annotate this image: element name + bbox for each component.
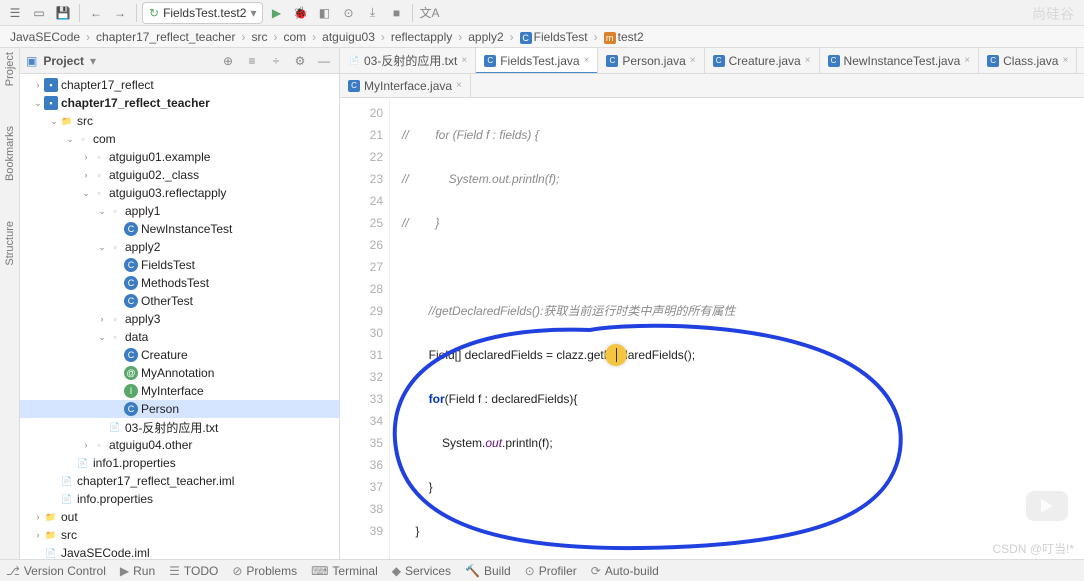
tree-class[interactable]: CFieldsTest (20, 256, 339, 274)
tree-file[interactable]: 📄03-反射的应用.txt (20, 418, 339, 436)
tree-pkg[interactable]: ⌄▫com (20, 130, 339, 148)
project-tree[interactable]: ›▪chapter17_reflect ⌄▪chapter17_reflect_… (20, 74, 339, 559)
tree-pkg[interactable]: ⌄▫apply1 (20, 202, 339, 220)
editor-area: 📄03-反射的应用.txt× CFieldsTest.java× CPerson… (340, 48, 1084, 559)
run-config-label: FieldsTest.test2 (163, 6, 246, 20)
editor-tab[interactable]: CMyInterface.java× (340, 74, 471, 97)
save-icon[interactable]: 💾 (52, 2, 74, 24)
tree-file[interactable]: 📄info.properties (20, 490, 339, 508)
editor-tabs-row2: CMyInterface.java× (340, 74, 1084, 98)
run-icon[interactable]: ▶ (265, 2, 287, 24)
profile-icon[interactable]: ⊙ (337, 2, 359, 24)
tree-class-selected[interactable]: CPerson (20, 400, 339, 418)
chevron-down-icon[interactable]: ▾ (90, 54, 96, 68)
bc-item[interactable]: reflectapply (387, 30, 456, 44)
tree-pkg[interactable]: ›▫atguigu04.other (20, 436, 339, 454)
tree-src[interactable]: ›📁src (20, 526, 339, 544)
autobuild-tab[interactable]: ⟳Auto-build (591, 564, 659, 578)
tree-class[interactable]: CCreature (20, 346, 339, 364)
bc-item[interactable]: JavaSECode (6, 30, 84, 44)
tree-class[interactable]: CMethodsTest (20, 274, 339, 292)
bottom-toolbar: ⎇Version Control ▶Run ☰TODO ⊘Problems ⌨T… (0, 559, 1084, 581)
settings-icon[interactable]: ⚙ (291, 54, 309, 68)
toolwindow-structure[interactable]: Structure (4, 221, 16, 266)
tree-file[interactable]: 📄JavaSECode.iml (20, 544, 339, 559)
todo-tab[interactable]: ☰TODO (169, 564, 218, 578)
close-icon[interactable]: × (456, 80, 462, 91)
close-icon[interactable]: × (690, 55, 696, 66)
attach-icon[interactable]: ⤓ (361, 2, 383, 24)
close-icon[interactable]: × (461, 55, 467, 66)
toolwindow-project[interactable]: Project (4, 52, 16, 86)
bc-item[interactable]: atguigu03 (318, 30, 379, 44)
tree-class[interactable]: CNewInstanceTest (20, 220, 339, 238)
editor-tab[interactable]: CClass.java× (979, 48, 1077, 73)
run-tab[interactable]: ▶Run (120, 564, 155, 578)
editor-tab-active[interactable]: CFieldsTest.java× (476, 48, 598, 73)
debug-icon[interactable]: 🐞 (289, 2, 311, 24)
project-panel-header: ▣ Project ▾ ⊕ ≡ ÷ ⚙ — (20, 48, 339, 74)
editor-tab[interactable]: 📄03-反射的应用.txt× (340, 48, 476, 73)
services-tab[interactable]: ◆Services (392, 564, 451, 578)
bc-item[interactable]: src (247, 30, 271, 44)
translate-icon[interactable]: 文A (418, 2, 440, 24)
tree-file[interactable]: 📄info1.properties (20, 454, 339, 472)
tree-module[interactable]: ⌄▪chapter17_reflect_teacher (20, 94, 339, 112)
tree-interface[interactable]: IMyInterface (20, 382, 339, 400)
tree-class[interactable]: COtherTest (20, 292, 339, 310)
editor-tabs-row1: 📄03-反射的应用.txt× CFieldsTest.java× CPerson… (340, 48, 1084, 74)
select-opened-icon[interactable]: ⊕ (219, 54, 237, 68)
back-icon[interactable]: ← (85, 2, 107, 24)
code-editor[interactable]: 20 21 22 23 24 25 26 27 28 29 30 31 32 3… (340, 98, 1084, 559)
code-content[interactable]: // for (Field f : fields) { // System.ou… (390, 98, 1084, 559)
bc-item[interactable]: CFieldsTest (516, 30, 592, 44)
tree-out[interactable]: ›📁out (20, 508, 339, 526)
editor-tab[interactable]: CNewInstanceTest.java× (820, 48, 980, 73)
tree-pkg[interactable]: ›▫atguigu01.example (20, 148, 339, 166)
tree-module[interactable]: ›▪chapter17_reflect (20, 76, 339, 94)
project-panel: ▣ Project ▾ ⊕ ≡ ÷ ⚙ — ›▪chapter17_reflec… (20, 48, 340, 559)
breadcrumb: JavaSECode› chapter17_reflect_teacher› s… (0, 26, 1084, 48)
editor-tab[interactable]: CCreature.java× (705, 48, 820, 73)
close-icon[interactable]: × (964, 55, 970, 66)
forward-icon[interactable]: → (109, 2, 131, 24)
main-toolbar: ☰ ▭ 💾 ← → ↻ FieldsTest.test2 ▾ ▶ 🐞 ◧ ⊙ ⤓… (0, 0, 1084, 26)
coverage-icon[interactable]: ◧ (313, 2, 335, 24)
expand-icon[interactable]: ≡ (243, 54, 261, 68)
line-gutter[interactable]: 20 21 22 23 24 25 26 27 28 29 30 31 32 3… (340, 98, 390, 559)
left-tool-tabs: Project Bookmarks Structure (0, 48, 20, 559)
run-config-selector[interactable]: ↻ FieldsTest.test2 ▾ (142, 2, 263, 24)
menu-icon[interactable]: ☰ (4, 2, 26, 24)
close-icon[interactable]: × (805, 55, 811, 66)
bc-item[interactable]: chapter17_reflect_teacher (92, 30, 239, 44)
editor-tab[interactable]: CPerson.java× (598, 48, 704, 73)
collapse-icon[interactable]: ÷ (267, 54, 285, 68)
stop-icon[interactable]: ■ (385, 2, 407, 24)
tree-src[interactable]: ⌄📁src (20, 112, 339, 130)
bc-item[interactable]: apply2 (464, 30, 507, 44)
terminal-tab[interactable]: ⌨Terminal (311, 564, 378, 578)
toolwindow-bookmarks[interactable]: Bookmarks (4, 126, 16, 181)
problems-tab[interactable]: ⊘Problems (232, 564, 297, 578)
chevron-down-icon: ▾ (250, 6, 256, 20)
close-icon[interactable]: × (1062, 55, 1068, 66)
tree-pkg[interactable]: ⌄▫atguigu03.reflectapply (20, 184, 339, 202)
close-icon[interactable]: × (584, 55, 590, 66)
tree-pkg[interactable]: ⌄▫apply2 (20, 238, 339, 256)
bc-item[interactable]: com (279, 30, 310, 44)
version-control-tab[interactable]: ⎇Version Control (6, 564, 106, 578)
build-tab[interactable]: 🔨Build (465, 564, 511, 578)
project-icon: ▣ (26, 54, 37, 68)
tree-annotation[interactable]: @MyAnnotation (20, 364, 339, 382)
hide-icon[interactable]: — (315, 54, 333, 68)
tree-pkg[interactable]: ⌄▫data (20, 328, 339, 346)
run-config-icon: ↻ (149, 6, 159, 20)
profiler-tab[interactable]: ⊙Profiler (525, 564, 577, 578)
open-icon[interactable]: ▭ (28, 2, 50, 24)
bc-item[interactable]: mtest2 (600, 30, 648, 44)
tree-pkg[interactable]: ›▫atguigu02._class (20, 166, 339, 184)
tree-pkg[interactable]: ›▫apply3 (20, 310, 339, 328)
project-panel-title: Project (43, 54, 84, 68)
tree-file[interactable]: 📄chapter17_reflect_teacher.iml (20, 472, 339, 490)
